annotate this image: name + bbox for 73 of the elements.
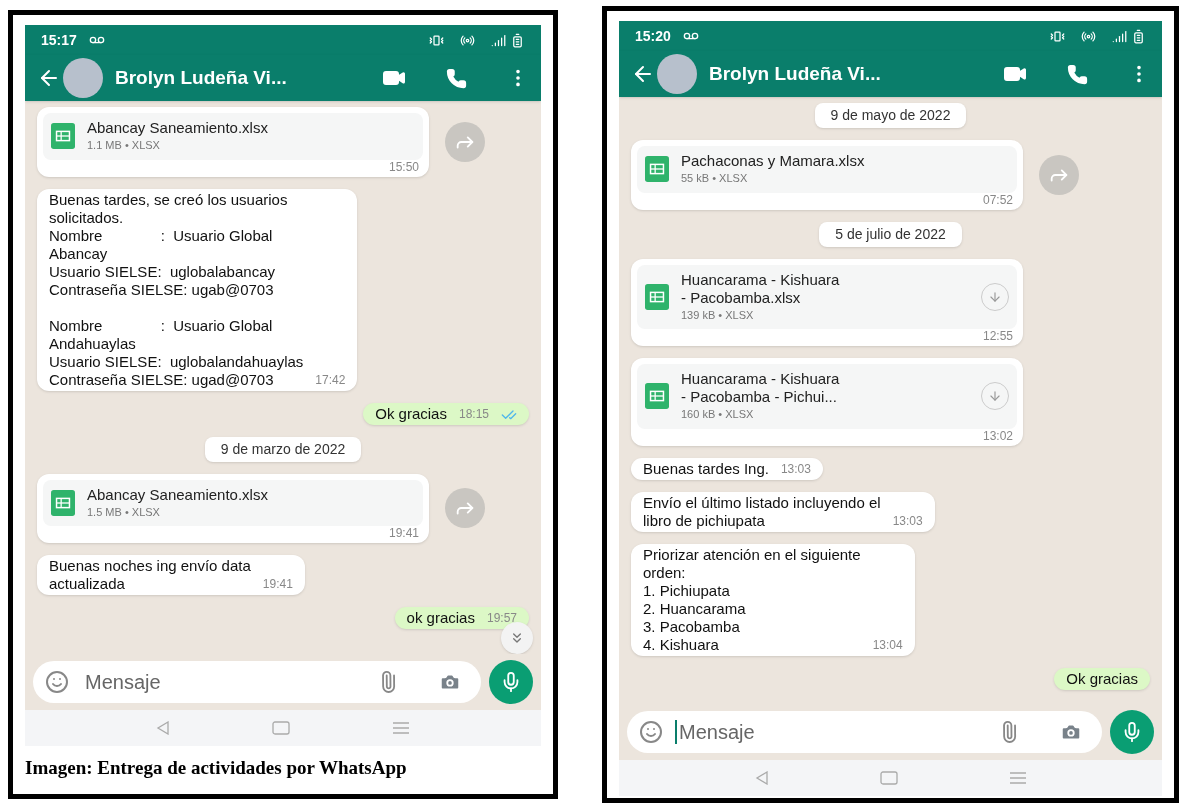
file-name: Pachaconas y Mamara.xlsx <box>681 152 866 170</box>
file-name: Abancay Saneamiento.xlsx <box>87 119 269 137</box>
menu-nav-icon[interactable] <box>392 721 410 734</box>
avatar[interactable] <box>657 54 697 94</box>
file-message-bubble[interactable]: Pachaconas y Mamara.xlsx 55 kB • XLSX 07:52 <box>631 140 1023 210</box>
file-name: Huancarama - Kishuara - Pacobamba - Pichui... <box>681 370 841 406</box>
input-placeholder: Mensaje <box>85 669 161 695</box>
message-text: Envío el último listado incluyendo el libro de pichiupata <box>643 493 881 530</box>
file-message-bubble[interactable]: Abancay Saneamiento.xlsx 1.5 MB • XLSX 19:41 <box>37 473 429 543</box>
microphone-button[interactable] <box>489 659 533 704</box>
battery-icon <box>1131 28 1146 44</box>
message-text: Buenas noches ing envío data actualizada <box>49 557 251 593</box>
message-time: 12:55 <box>982 329 1014 344</box>
message-input-field[interactable]: Mensaje <box>627 711 1102 753</box>
emoji-icon[interactable] <box>45 669 69 694</box>
date-chip: 9 de mayo de 2022 <box>814 103 967 128</box>
voice-call-button[interactable] <box>446 67 467 89</box>
message-time: 13:04 <box>872 636 903 654</box>
input-placeholder: Mensaje <box>679 720 755 745</box>
message-text: Buenas tardes, se creó los usuarios solicitados. Nombre : Usuario Global Abancay Usuario SIELSE: uglobalabancay Contraseña SIELSE: ugab@0703 Nombre : Usuario Global Andahuaylas Usuario SIELSE: uglobalandahuaylas Contraseña SIELSE: ugad@0703 <box>49 190 304 389</box>
figure-caption: Imagen: Entrega de actividades por WhatsApp <box>25 755 408 780</box>
spreadsheet-icon <box>51 489 75 516</box>
file-name: Huancarama - Kishuara - Pacobamba.xlsx <box>681 270 841 307</box>
date-chip: 5 de julio de 2022 <box>819 221 962 247</box>
status-time: 15:17 <box>41 30 77 50</box>
spreadsheet-icon <box>645 283 669 310</box>
back-nav-icon[interactable] <box>754 771 769 785</box>
vibrate-icon <box>429 32 444 48</box>
menu-nav-icon[interactable] <box>1008 772 1027 784</box>
file-meta: 160 kB • XLSX <box>681 407 755 422</box>
date-chip: 9 de marzo de 2022 <box>204 436 362 462</box>
message-time: 19:41 <box>262 576 293 593</box>
file-message-bubble[interactable]: Huancarama - Kishuara - Pacobamba.xlsx 139 kB • XLSX 12:55 <box>631 258 1023 346</box>
home-nav-icon[interactable] <box>272 720 290 735</box>
scroll-down-button[interactable] <box>501 621 533 654</box>
avatar[interactable] <box>63 58 103 98</box>
home-nav-icon[interactable] <box>879 771 898 785</box>
signal-icon <box>1112 28 1127 44</box>
message-text: Priorizar atención en el siguiente orden: 1. Pichiupata 2. Huancarama 3. Pacobamba 4. Kishuara <box>643 545 861 654</box>
spreadsheet-icon <box>51 123 75 150</box>
message-text: Ok gracias <box>1066 669 1138 688</box>
file-message-bubble[interactable]: Huancarama - Kishuara - Pacobamba - Pichui... 160 kB • XLSX 13:02 <box>631 358 1023 446</box>
download-icon <box>988 289 1002 304</box>
message-time: 19:41 <box>388 526 420 541</box>
voice-call-button[interactable] <box>1067 63 1088 85</box>
microphone-button[interactable] <box>1110 710 1154 754</box>
message-text: Ok gracias <box>375 404 447 423</box>
message-time: 07:52 <box>982 192 1014 208</box>
message-time: 19:57 <box>486 610 517 627</box>
file-meta: 1.5 MB • XLSX <box>87 504 161 520</box>
spreadsheet-icon <box>645 156 669 183</box>
battery-icon <box>510 32 525 48</box>
spreadsheet-icon <box>645 383 669 410</box>
message-input-field[interactable]: Mensaje <box>33 660 481 703</box>
message-time: 13:03 <box>780 460 811 478</box>
message-time: 18:15 <box>458 405 489 423</box>
file-meta: 1.1 MB • XLSX <box>87 138 161 153</box>
vibrate-icon <box>1050 28 1065 44</box>
signal-icon <box>491 32 506 48</box>
message-time: 13:03 <box>892 512 923 530</box>
message-time: 15:50 <box>388 159 420 175</box>
back-nav-icon[interactable] <box>156 720 170 735</box>
message-text: Buenas tardes Ing. <box>643 459 769 478</box>
file-meta: 139 kB • XLSX <box>681 307 755 323</box>
emoji-icon[interactable] <box>639 720 663 744</box>
file-name: Abancay Saneamiento.xlsx <box>87 485 269 504</box>
file-meta: 55 kB • XLSX <box>681 171 749 186</box>
message-time: 17:42 <box>315 371 346 389</box>
download-icon <box>988 389 1002 404</box>
message-text: ok gracias <box>406 609 475 627</box>
status-time: 15:20 <box>635 26 671 46</box>
message-time: 13:02 <box>982 428 1014 444</box>
file-message-bubble[interactable]: Abancay Saneamiento.xlsx 1.1 MB • XLSX 15:50 <box>37 107 429 177</box>
